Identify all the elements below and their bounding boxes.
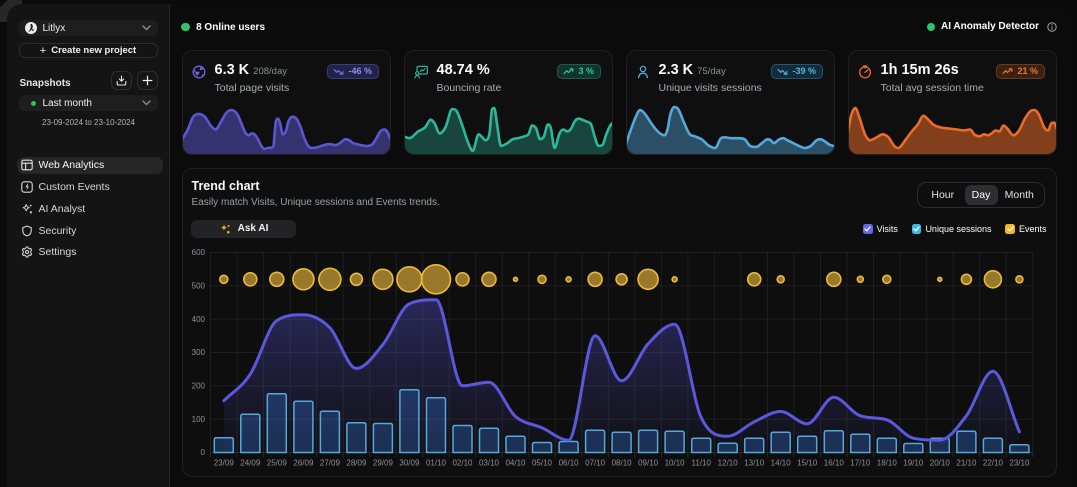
svg-text:09/10: 09/10 — [638, 459, 659, 468]
svg-text:100: 100 — [191, 415, 205, 424]
svg-text:28/09: 28/09 — [346, 459, 367, 468]
svg-text:600: 600 — [191, 248, 205, 257]
svg-text:17/10: 17/10 — [850, 459, 871, 468]
svg-text:29/09: 29/09 — [372, 459, 393, 468]
svg-text:0: 0 — [200, 448, 205, 457]
svg-text:13/10: 13/10 — [744, 459, 765, 468]
svg-text:10/10: 10/10 — [664, 459, 685, 468]
svg-text:04/10: 04/10 — [505, 459, 526, 468]
svg-text:14/10: 14/10 — [770, 459, 791, 468]
svg-text:05/10: 05/10 — [531, 459, 552, 468]
svg-text:22/10: 22/10 — [982, 459, 1003, 468]
svg-text:16/10: 16/10 — [823, 459, 844, 468]
svg-text:500: 500 — [191, 281, 205, 290]
svg-text:25/09: 25/09 — [266, 459, 287, 468]
svg-text:08/10: 08/10 — [611, 459, 632, 468]
svg-text:11/10: 11/10 — [691, 459, 711, 468]
svg-text:06/10: 06/10 — [558, 459, 579, 468]
svg-text:21/10: 21/10 — [956, 459, 977, 468]
svg-text:27/09: 27/09 — [319, 459, 340, 468]
svg-text:15/10: 15/10 — [797, 459, 818, 468]
svg-text:30/09: 30/09 — [399, 459, 420, 468]
svg-text:12/10: 12/10 — [717, 459, 738, 468]
svg-text:23/09: 23/09 — [213, 459, 234, 468]
svg-text:02/10: 02/10 — [452, 459, 473, 468]
svg-text:24/09: 24/09 — [240, 459, 261, 468]
svg-text:400: 400 — [191, 315, 205, 324]
svg-text:18/10: 18/10 — [876, 459, 897, 468]
svg-text:20/10: 20/10 — [929, 459, 950, 468]
svg-text:07/10: 07/10 — [585, 459, 606, 468]
svg-text:26/09: 26/09 — [293, 459, 314, 468]
svg-text:300: 300 — [191, 348, 205, 357]
svg-text:19/10: 19/10 — [903, 459, 924, 468]
svg-text:200: 200 — [191, 381, 205, 390]
svg-text:23/10: 23/10 — [1009, 459, 1030, 468]
svg-text:03/10: 03/10 — [478, 459, 499, 468]
svg-text:01/10: 01/10 — [425, 459, 446, 468]
